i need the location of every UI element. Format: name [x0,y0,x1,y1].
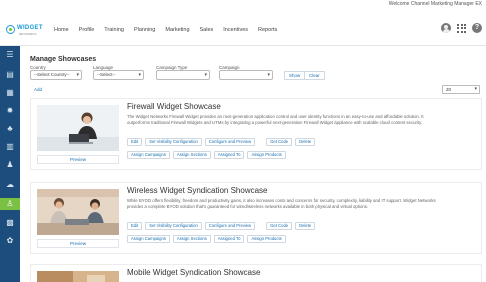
assigned-to-button[interactable]: Assigned To [213,235,245,243]
showcase-title: Mobile Widget Syndication Showcase [127,268,261,277]
logo-text: WIDGET [17,25,43,31]
showcase-card: Firewall Widget Showcase The Widget Netw… [30,98,482,170]
showcase-description: While BYOD offers flexibility, freedom a… [127,198,436,209]
logo-mark-icon [6,25,15,34]
showcase-title: Wireless Widget Syndication Showcase [127,186,268,195]
nav-planning[interactable]: Planning [134,27,155,33]
showcase-assign-actions: Assign Campaigns Assign Sections Assigne… [127,235,286,243]
gear-icon[interactable]: ✹ [5,106,15,115]
contacts-icon[interactable]: ▦ [5,88,15,97]
logo-subtext: NETWORKS [19,32,37,36]
showcase-thumbnail [37,271,119,282]
chart-icon[interactable]: ▥ [5,142,15,151]
assign-sections-button[interactable]: Assign Sections [172,151,211,159]
assign-sections-button[interactable]: Assign Sections [172,235,211,243]
clear-button[interactable]: Clear [304,71,325,80]
page-title: Manage Showcases [30,56,97,63]
country-select[interactable]: --Select Country-- [30,70,82,80]
sidebar: ☰ ▤ ▦ ✹ ♣ ▥ ♟ ☁ ♙ ▩ ✿ [0,46,20,282]
nav-incentives[interactable]: Incentives [223,27,248,33]
header-icons: ? [441,23,482,33]
get-code-button[interactable]: Get Code [266,138,293,146]
nav-sales[interactable]: Sales [200,27,214,33]
help-icon[interactable]: ? [472,23,482,33]
edit-button[interactable]: Edit [127,222,143,230]
showcase-thumbnail [37,105,119,151]
page-size-select[interactable]: 20 [442,85,480,94]
preview-button[interactable]: Preview [37,155,119,164]
showcase-card: Wireless Widget Syndication Showcase Whi… [30,182,482,254]
nav-home[interactable]: Home [54,27,69,33]
assign-products-button[interactable]: Assign Products [247,235,286,243]
top-bar: Welcome Channel Marketing Manager EX [0,0,486,9]
showcase-thumbnail [37,189,119,235]
language-select[interactable]: --Select-- [93,70,144,80]
dashboard-icon[interactable]: ▤ [5,70,15,79]
nav-profile[interactable]: Profile [79,27,95,33]
apps-grid-icon[interactable] [457,23,466,33]
assign-products-button[interactable]: Assign Products [247,151,286,159]
main-nav: Home Profile Training Planning Marketing… [54,27,277,33]
menu-icon[interactable]: ☰ [5,50,15,59]
showcase-actions: Edit Set Visibility Configuration Config… [127,222,316,230]
showcase-card: Mobile Widget Syndication Showcase [30,264,482,282]
nav-reports[interactable]: Reports [258,27,277,33]
person-icon[interactable]: ♙ [0,198,20,210]
assign-campaigns-button[interactable]: Assign Campaigns [127,235,170,243]
show-button[interactable]: Show [284,71,306,80]
grid-icon[interactable]: ▩ [5,218,15,227]
assign-campaigns-button[interactable]: Assign Campaigns [127,151,170,159]
settings-icon[interactable]: ✿ [5,236,15,245]
showcase-title: Firewall Widget Showcase [127,102,221,111]
people-icon[interactable]: ♟ [5,160,15,169]
welcome-text: Welcome Channel Marketing Manager EX [388,1,482,7]
configure-preview-button[interactable]: Configure and Preview [204,222,256,230]
showcase-actions: Edit Set Visibility Configuration Config… [127,138,316,146]
configure-preview-button[interactable]: Configure and Preview [204,138,256,146]
visibility-config-button[interactable]: Set Visibility Configuration [145,222,202,230]
showcase-description: The Widget Networks Firewall Widget prov… [127,114,424,125]
preview-button[interactable]: Preview [37,239,119,248]
users-icon[interactable]: ♣ [5,124,15,133]
header: WIDGET NETWORKS Home Profile Training Pl… [0,14,486,46]
delete-button[interactable]: Delete [295,222,316,230]
get-code-button[interactable]: Get Code [266,222,293,230]
edit-button[interactable]: Edit [127,138,143,146]
assigned-to-button[interactable]: Assigned To [213,151,245,159]
cloud-icon[interactable]: ☁ [5,180,15,189]
nav-training[interactable]: Training [104,27,124,33]
user-avatar-icon[interactable] [441,23,451,33]
campaign-select[interactable] [219,70,273,80]
delete-button[interactable]: Delete [295,138,316,146]
visibility-config-button[interactable]: Set Visibility Configuration [145,138,202,146]
campaign-type-select[interactable] [156,70,210,80]
showcase-assign-actions: Assign Campaigns Assign Sections Assigne… [127,151,286,159]
nav-marketing[interactable]: Marketing [165,27,189,33]
logo[interactable]: WIDGET NETWORKS [6,23,46,37]
add-button[interactable]: Add [34,87,42,92]
